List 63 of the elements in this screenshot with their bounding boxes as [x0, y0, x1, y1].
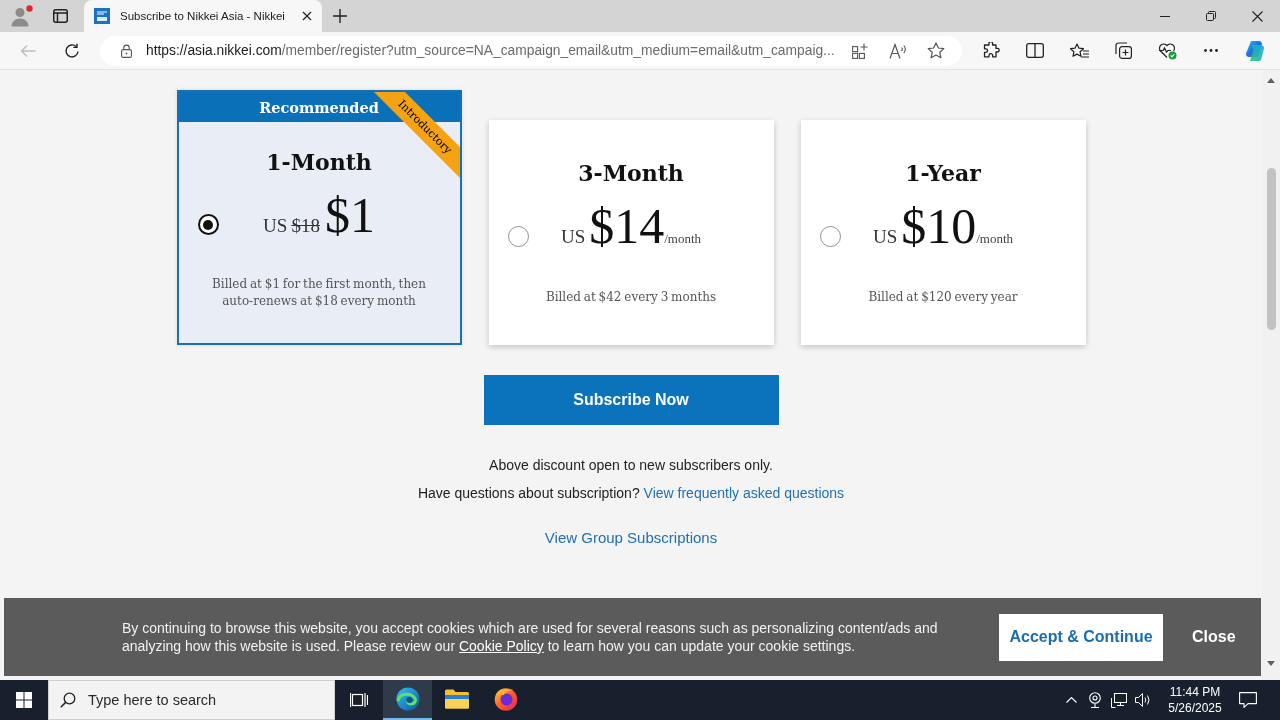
taskbar-clock[interactable]: 11:44 PM 5/26/2025 — [1159, 684, 1231, 716]
plan-card[interactable]: 3-Month US$14/month Billed at $42 every 3 months — [488, 120, 774, 345]
restore-icon[interactable] — [1206, 11, 1216, 21]
tab-panel-icon[interactable] — [53, 9, 68, 23]
star-icon[interactable] — [927, 42, 945, 59]
radio-button[interactable] — [819, 226, 841, 247]
folder-icon — [444, 689, 469, 709]
scrollbar-thumb[interactable] — [1266, 168, 1276, 330]
heart-pulse-icon[interactable] — [1157, 41, 1177, 60]
radio-button[interactable] — [197, 214, 219, 235]
faq-prompt: Have questions about subscription? View frequently asked questions — [417, 484, 845, 503]
taskbar-search-field[interactable]: Type here to search — [48, 680, 335, 720]
favorites-icon[interactable] — [1069, 42, 1089, 59]
billing-note: Billed at $1 for the first month, then auto-renews at $18 every month — [211, 276, 427, 310]
plan-title: 1-Year — [905, 159, 981, 188]
plan-card[interactable]: 1-Year US$10/month Billed at $120 every year — [800, 120, 1086, 345]
apps-plus-icon[interactable] — [852, 42, 868, 59]
search-icon — [60, 692, 76, 708]
chevron-up-icon[interactable] — [1065, 697, 1077, 703]
scrollbar-track[interactable] — [1262, 70, 1280, 680]
faq-link[interactable]: View frequently asked questions — [643, 485, 845, 501]
plan-title: 1-Month — [266, 148, 372, 177]
minimize-icon[interactable] — [1160, 15, 1170, 17]
task-view-icon[interactable] — [350, 692, 368, 708]
split-screen-icon[interactable] — [1026, 43, 1044, 58]
scroll-down-arrow-icon[interactable] — [1267, 661, 1275, 666]
plus-icon[interactable] — [333, 9, 347, 23]
read-aloud-icon[interactable] — [889, 42, 907, 59]
discount-notice: Above discount open to new subscribers only. — [489, 456, 773, 475]
plan-price: US $18$1 — [262, 189, 376, 245]
more-icon[interactable] — [1204, 49, 1218, 52]
plan-title: 3-Month — [578, 159, 684, 188]
cookie-notice: By continuing to browse this website, you accept cookies which are used for several reasons such as personalizing content/ads and analyzing how this website is used. Please review our Cookie Policy to learn how you can update your cookie settings. — [122, 619, 939, 655]
subscribe-button[interactable]: Subscribe Now — [483, 375, 779, 425]
billing-note: Billed at $42 every 3 months — [545, 289, 717, 306]
volume-icon[interactable] — [1135, 693, 1151, 707]
wave-browser-icon — [395, 687, 420, 711]
webcam-icon[interactable] — [1088, 692, 1102, 708]
radio-button[interactable] — [507, 226, 529, 247]
accept-button[interactable]: Accept & Continue — [999, 613, 1163, 661]
taskbar-button[interactable] — [383, 680, 432, 720]
network-icon[interactable] — [1111, 692, 1127, 708]
browser-tab[interactable]: Subscribe to Nikkei Asia - Nikkei — [84, 0, 322, 32]
close-button[interactable]: Close — [1192, 628, 1236, 646]
scroll-up-arrow-icon[interactable] — [1267, 78, 1275, 83]
address-bar[interactable]: https://asia.nikkei.com/member/register?utm_source=NA_campaign_email&utm_medium=email&utm_campaig... — [100, 35, 962, 66]
close-icon[interactable] — [302, 11, 312, 21]
notifications-icon[interactable] — [1239, 692, 1257, 708]
close-icon[interactable] — [1251, 10, 1263, 22]
cookie-policy-link[interactable]: Cookie Policy — [458, 638, 544, 654]
group-subscriptions-link[interactable]: View Group Subscriptions — [544, 528, 718, 548]
billing-note: Billed at $120 every year — [868, 289, 1018, 306]
plan-price: US$14/month — [559, 200, 703, 256]
collections-icon[interactable] — [1114, 42, 1132, 59]
puzzle-icon[interactable] — [982, 42, 1000, 59]
lock-icon[interactable] — [121, 43, 132, 58]
plan-price: US$10/month — [871, 200, 1015, 256]
profile-icon[interactable] — [11, 5, 33, 27]
fox-browser-icon — [493, 687, 518, 711]
assistant-logo-icon[interactable] — [1244, 39, 1266, 62]
refresh-icon[interactable] — [64, 42, 80, 59]
windows-icon[interactable] — [16, 692, 32, 708]
site-logo-icon — [94, 8, 110, 24]
